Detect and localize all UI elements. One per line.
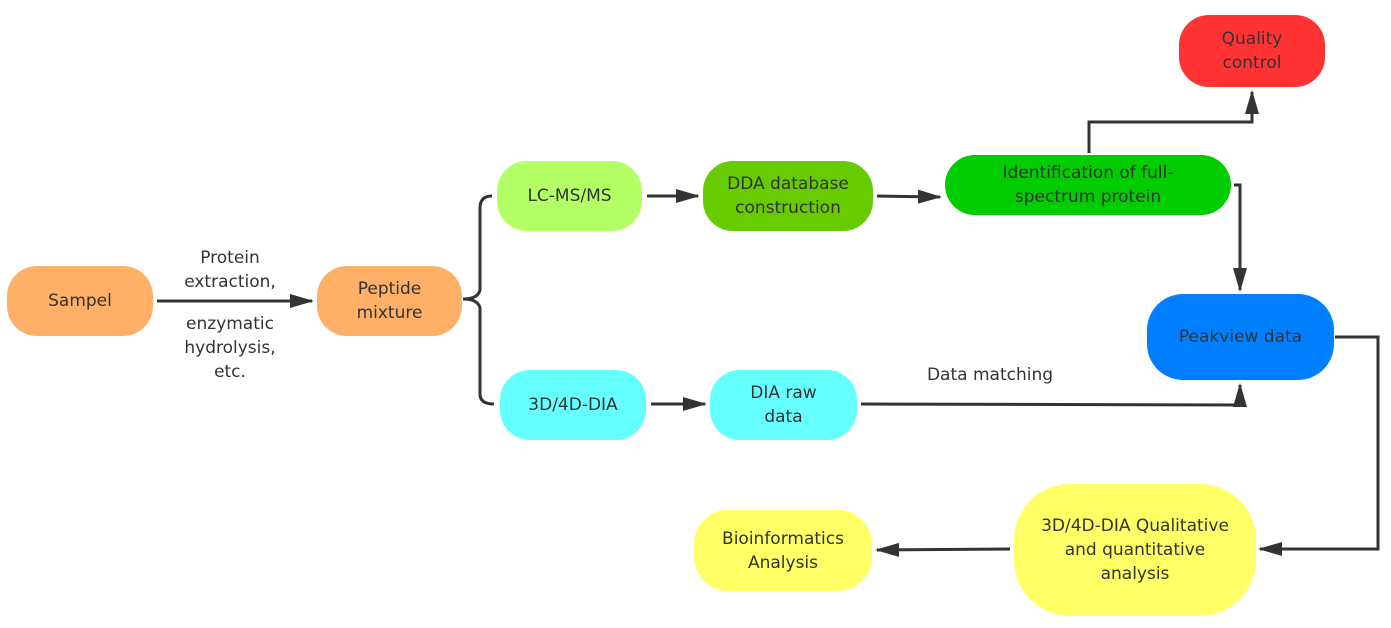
node-label: 3D/4D-DIA bbox=[528, 395, 618, 415]
node-quality-control: Quality control bbox=[1179, 15, 1325, 87]
node-label: LC-MS/MS bbox=[527, 186, 612, 206]
node-label: Identification of full-spectrum protein bbox=[1002, 163, 1174, 207]
arrow-diaraw-peakview bbox=[860, 383, 1247, 407]
node-label: DIA raw data bbox=[750, 383, 817, 427]
node-dda-database: DDA database construction bbox=[703, 161, 873, 231]
node-label: Peptide mixture bbox=[356, 279, 423, 323]
arrow-dda-identification bbox=[876, 189, 942, 204]
arrow-analysis-bioinfo bbox=[875, 542, 1011, 557]
node-qualitative-quantitative-analysis: 3D/4D-DIA Qualitative and quantitative a… bbox=[1014, 484, 1256, 616]
node-sample: Sampel bbox=[7, 266, 153, 336]
node-label: Peakview data bbox=[1178, 327, 1303, 347]
node-label: Quality control bbox=[1221, 29, 1283, 73]
node-peptide-mixture: Peptide mixture bbox=[317, 266, 462, 336]
node-lc-ms-ms: LC-MS/MS bbox=[497, 161, 642, 231]
node-peakview-data: Peakview data bbox=[1147, 294, 1334, 380]
node-dia-raw-data: DIA raw data bbox=[710, 370, 857, 440]
node-label: 3D/4D-DIA Qualitative and quantitative a… bbox=[1041, 516, 1229, 584]
workflow-diagram: Sampel Peptide mixture LC-MS/MS DDA data… bbox=[0, 0, 1391, 628]
arrow-identification-peakview bbox=[1233, 183, 1247, 292]
edge-label-extraction: Protein extraction, bbox=[184, 248, 276, 292]
node-3d-4d-dia: 3D/4D-DIA bbox=[500, 370, 646, 440]
node-identification: Identification of full-spectrum protein bbox=[945, 155, 1231, 215]
node-bioinformatics-analysis: Bioinformatics Analysis bbox=[694, 510, 872, 591]
node-label: DDA database construction bbox=[727, 174, 849, 218]
edge-label-data-matching: Data matching bbox=[926, 365, 1054, 385]
edge-label-hydrolysis: enzymatic hydrolysis, etc. bbox=[184, 314, 276, 382]
bracket-peptide-split bbox=[462, 194, 495, 406]
node-label: Sampel bbox=[48, 291, 112, 311]
node-label: Bioinformatics Analysis bbox=[722, 528, 844, 573]
arrow-identification-quality bbox=[1087, 90, 1259, 153]
